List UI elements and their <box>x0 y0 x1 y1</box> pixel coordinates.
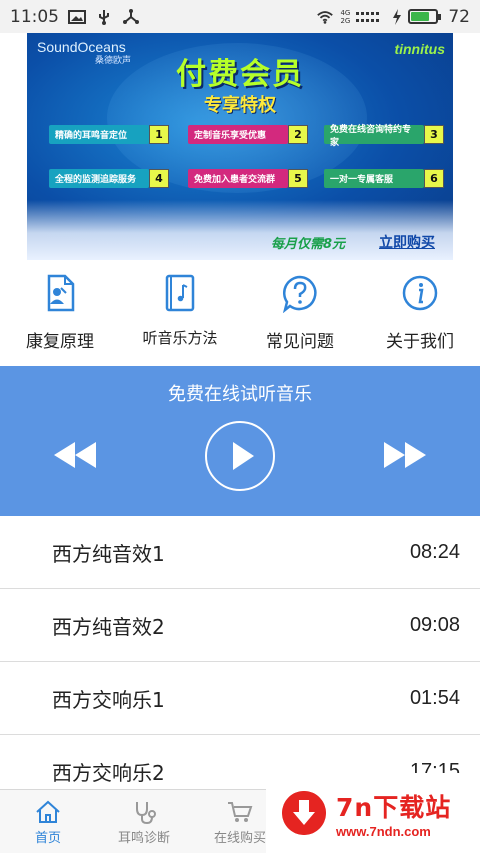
banner-feature-label: 一对一专属客服 <box>324 169 424 188</box>
battery-level: 72 <box>448 6 470 27</box>
charging-icon <box>393 8 402 25</box>
track-row[interactable]: 西方纯音效2 09:08 <box>0 589 480 662</box>
net-type-bottom: 2G <box>340 16 351 25</box>
player-title: 免费在线试听音乐 <box>168 384 312 405</box>
banner-feature-label: 全程的监测追踪服务 <box>49 169 149 188</box>
share-icon <box>123 8 139 24</box>
banner-feature: 免费在线咨询特约专家 3 <box>324 125 444 148</box>
wifi-icon <box>317 10 334 24</box>
rewind-icon[interactable] <box>54 442 96 468</box>
play-button[interactable] <box>205 421 275 491</box>
info-icon <box>402 275 438 311</box>
membership-banner[interactable]: SoundOceans 桑德欧声 tinnitus 付费会员 专享特权 精确的耳… <box>27 33 453 260</box>
banner-feature: 定制音乐享受优惠 2 <box>188 125 308 144</box>
network-type: 4G 2G <box>340 9 350 25</box>
signal-icon <box>356 11 380 22</box>
banner-feature-label: 免费加入患者交流群 <box>188 169 288 188</box>
track-name: 西方纯音效2 <box>52 614 165 639</box>
play-icon <box>233 442 254 470</box>
banner-price: 每月仅需8元 <box>271 237 346 252</box>
net-type-top: 4G <box>340 8 351 17</box>
track-name: 西方交响乐2 <box>52 760 165 785</box>
track-duration: 09:08 <box>409 613 460 636</box>
banner-subtitle: 专享特权 <box>204 95 276 116</box>
shortcut-nav: 康复原理 听音乐方法 常见问题 关于我们 <box>0 262 480 365</box>
download-icon <box>282 791 326 835</box>
banner-feature: 全程的监测追踪服务 4 <box>49 169 169 188</box>
status-bar: 11:05 4G 2G 72 <box>0 0 480 33</box>
banner-feature-number: 6 <box>424 169 444 188</box>
tab-label: 耳鸣诊断 <box>117 831 170 846</box>
track-row[interactable]: 西方交响乐1 01:54 <box>0 662 480 735</box>
shortcut-about-us[interactable]: 关于我们 <box>360 262 480 365</box>
cart-icon <box>228 802 253 822</box>
banner-feature: 精确的耳鸣音定位 1 <box>49 125 169 144</box>
banner-feature: 一对一专属客服 6 <box>324 169 444 188</box>
track-duration: 01:54 <box>409 686 460 709</box>
fast-forward-icon[interactable] <box>384 442 426 468</box>
document-icon <box>47 274 75 312</box>
music-player: 免费在线试听音乐 <box>0 366 480 516</box>
track-row[interactable]: 西方纯音效1 08:24 <box>0 516 480 589</box>
site-watermark: 7n下载站 www.7ndn.com <box>266 773 480 853</box>
banner-feature-number: 5 <box>288 169 308 188</box>
banner-feature-label: 精确的耳鸣音定位 <box>49 125 149 144</box>
banner-title: 付费会员 <box>176 57 304 92</box>
stethoscope-icon <box>136 802 156 824</box>
home-icon <box>36 800 60 823</box>
shortcut-label: 常见问题 <box>266 332 334 352</box>
shortcut-label: 关于我们 <box>386 332 454 352</box>
banner-feature-label: 免费在线咨询特约专家 <box>324 125 424 148</box>
image-icon <box>68 9 86 24</box>
watermark-url: www.7ndn.com <box>336 823 431 839</box>
banner-feature-number: 1 <box>149 125 169 144</box>
banner-feature-number: 2 <box>288 125 308 144</box>
banner-buy-link[interactable]: 立即购买 <box>379 232 435 252</box>
tab-label: 首页 <box>34 831 61 846</box>
track-list: 西方纯音效1 08:24 西方纯音效2 09:08 西方交响乐1 01:54 西… <box>0 516 480 808</box>
tab-diagnosis[interactable]: 耳鸣诊断 <box>96 790 192 853</box>
tab-label: 在线购买 <box>213 831 266 846</box>
usb-icon <box>99 9 109 25</box>
music-book-icon <box>165 274 195 312</box>
track-name: 西方交响乐1 <box>52 687 165 712</box>
question-icon <box>282 275 317 313</box>
banner-feature-number: 3 <box>424 125 444 144</box>
battery-fill <box>411 12 429 21</box>
shortcut-music-method[interactable]: 听音乐方法 <box>120 262 240 365</box>
shortcut-faq[interactable]: 常见问题 <box>240 262 360 365</box>
status-time: 11:05 <box>10 6 59 27</box>
shortcut-label: 康复原理 <box>26 332 94 352</box>
shortcut-label: 听音乐方法 <box>142 329 218 347</box>
banner-feature-number: 4 <box>149 169 169 188</box>
track-name: 西方纯音效1 <box>52 541 165 566</box>
battery-icon <box>408 9 442 24</box>
banner-feature-label: 定制音乐享受优惠 <box>188 125 288 144</box>
track-duration: 08:24 <box>409 540 460 563</box>
tab-home[interactable]: 首页 <box>0 790 96 853</box>
banner-feature: 免费加入患者交流群 5 <box>188 169 308 188</box>
shortcut-rehab-principle[interactable]: 康复原理 <box>0 262 120 365</box>
watermark-title: 7n下载站 <box>336 792 452 822</box>
